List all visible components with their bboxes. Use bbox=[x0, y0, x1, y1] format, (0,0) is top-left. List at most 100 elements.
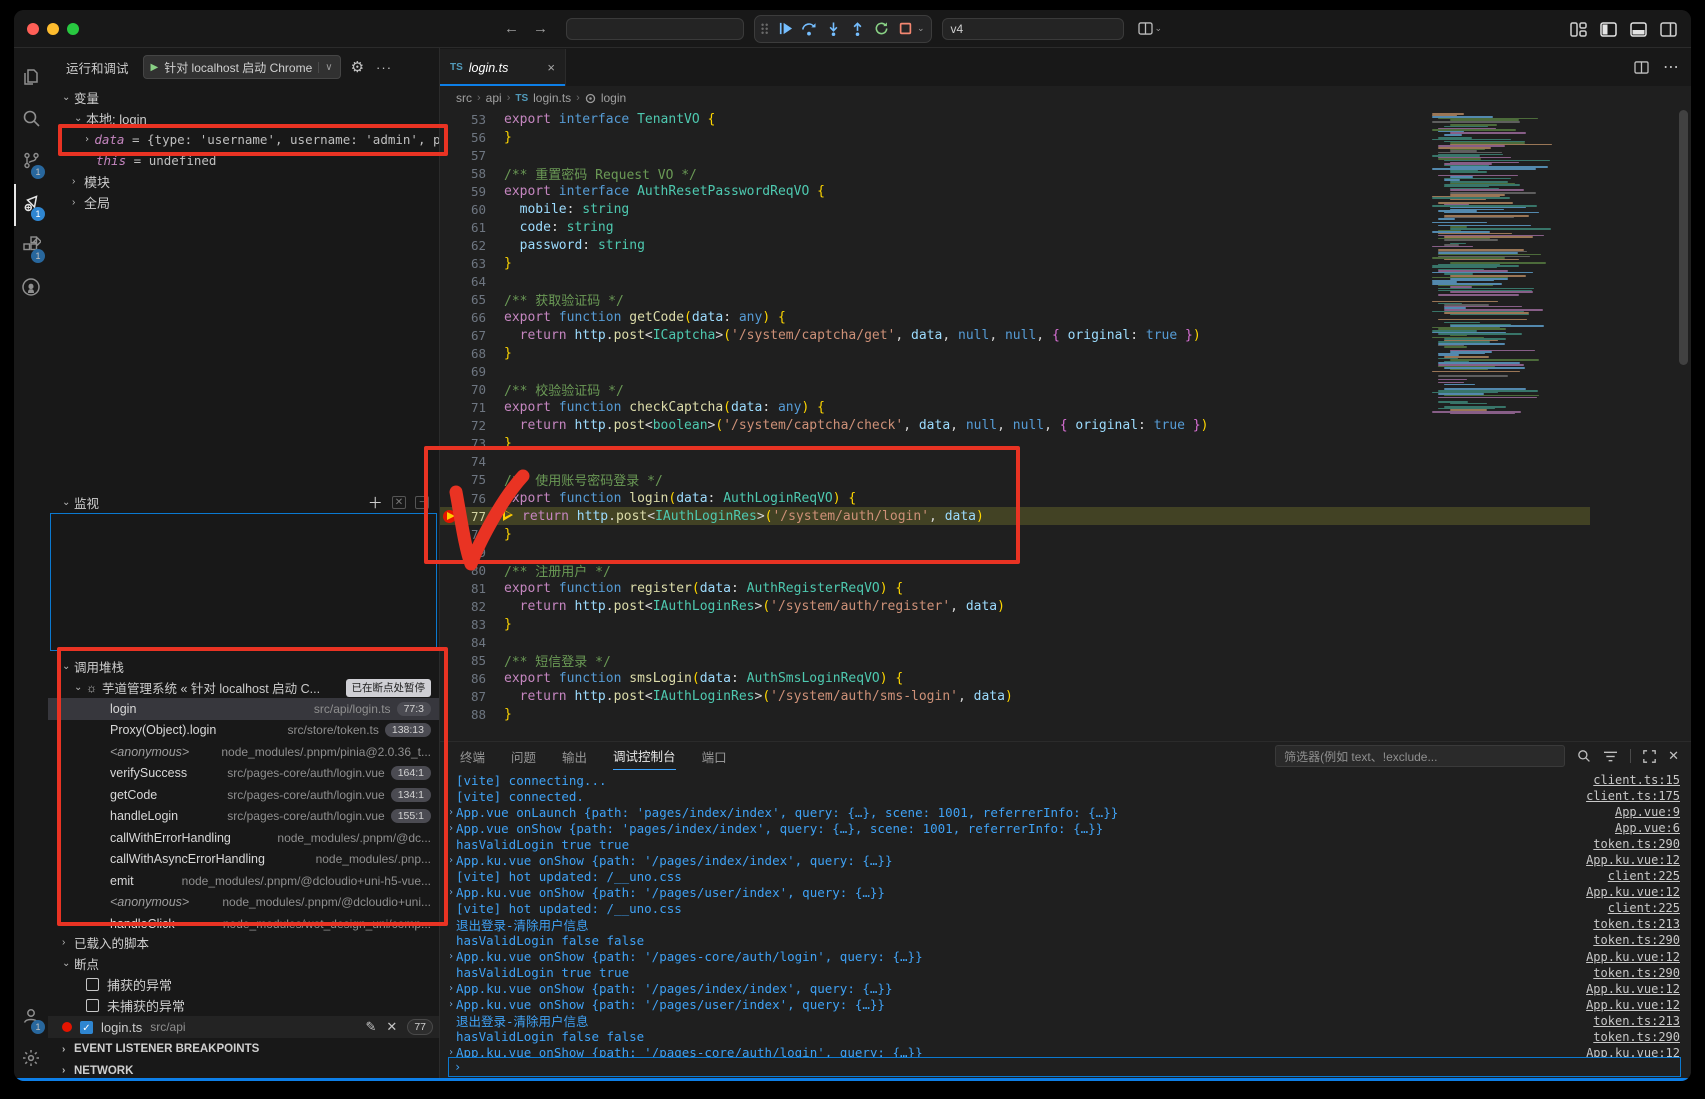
breakpoint-gutter[interactable] bbox=[440, 489, 460, 507]
console-source-link[interactable]: token.ts:290 bbox=[1579, 837, 1691, 851]
close-tab-icon[interactable]: × bbox=[547, 60, 555, 75]
line-number[interactable]: 79 bbox=[460, 545, 486, 560]
watch-section-header[interactable]: ⌄ 监视 ＋ ✕ − bbox=[48, 492, 439, 513]
breadcrumb-item[interactable]: api bbox=[486, 91, 502, 105]
call-stack-frame[interactable]: getCodesrc/pages-core/auth/login.vue134:… bbox=[48, 784, 439, 806]
line-number[interactable]: 75 bbox=[460, 472, 486, 487]
activity-item-search[interactable] bbox=[14, 100, 48, 142]
remove-breakpoint-icon[interactable]: ✕ bbox=[386, 1019, 397, 1035]
line-number[interactable]: 78 bbox=[460, 527, 486, 542]
minimap[interactable] bbox=[1432, 113, 1676, 433]
line-number[interactable]: 87 bbox=[460, 689, 486, 704]
collapse-all-icon[interactable]: − bbox=[415, 496, 429, 509]
toolbar-grip-icon[interactable]: •••••• bbox=[761, 23, 769, 35]
activity-item-explorer[interactable] bbox=[14, 58, 48, 100]
scope-local-login[interactable]: ⌄ 本地: login bbox=[48, 108, 439, 129]
call-stack-frame[interactable]: handleClicknode_modules/wot_design_uni/c… bbox=[48, 913, 439, 932]
breakpoint-gutter[interactable] bbox=[440, 399, 460, 417]
console-source-link[interactable]: App.ku.vue:12 bbox=[1572, 853, 1691, 867]
expand-chevron-icon[interactable]: › bbox=[440, 807, 456, 818]
expand-chevron-icon[interactable]: › bbox=[440, 887, 456, 898]
console-filter-input[interactable]: 筛选器(例如 text、!exclude... bbox=[1275, 745, 1565, 767]
console-source-link[interactable]: App.vue:6 bbox=[1601, 821, 1691, 835]
activity-item-source-control[interactable]: 1 bbox=[14, 142, 48, 184]
close-window-button[interactable] bbox=[27, 23, 39, 35]
console-source-link[interactable]: token.ts:290 bbox=[1579, 966, 1691, 980]
editor-layout-dropdown[interactable]: ⌄ bbox=[1138, 22, 1163, 35]
command-center-search[interactable] bbox=[566, 18, 744, 40]
activity-item-github[interactable] bbox=[14, 268, 48, 310]
breakpoint-gutter[interactable] bbox=[440, 327, 460, 345]
close-panel-icon[interactable]: ✕ bbox=[1668, 748, 1679, 764]
breakpoint-uncaught-exceptions[interactable]: 未捕获的异常 bbox=[48, 995, 439, 1016]
line-number[interactable]: 61 bbox=[460, 220, 486, 235]
minimize-window-button[interactable] bbox=[47, 23, 59, 35]
line-number[interactable]: 88 bbox=[460, 707, 486, 722]
breakpoint-gutter[interactable] bbox=[440, 110, 460, 128]
maximize-panel-icon[interactable] bbox=[1643, 750, 1656, 763]
launch-config-dropdown[interactable]: ▶ 针对 localhost 启动 Chrome ∨ bbox=[143, 55, 341, 79]
console-source-link[interactable]: token.ts:290 bbox=[1579, 933, 1691, 947]
workspace-box[interactable]: v4 bbox=[942, 18, 1124, 40]
breakpoint-gutter[interactable] bbox=[440, 309, 460, 327]
console-source-link[interactable]: token.ts:290 bbox=[1579, 1030, 1691, 1044]
breakpoint-gutter[interactable] bbox=[440, 363, 460, 381]
expand-chevron-icon[interactable]: › bbox=[440, 951, 456, 962]
breakpoint-gutter[interactable] bbox=[440, 669, 460, 687]
console-source-link[interactable]: App.ku.vue:12 bbox=[1572, 885, 1691, 899]
remove-all-expressions-icon[interactable]: ✕ bbox=[392, 496, 406, 509]
call-stack-frame[interactable]: <anonymous>node_modules/.pnpm/pinia@2.0.… bbox=[48, 741, 439, 763]
breakpoint-gutter[interactable] bbox=[440, 615, 460, 633]
step-over-button[interactable] bbox=[801, 21, 817, 37]
line-number[interactable]: 66 bbox=[460, 310, 486, 325]
line-number[interactable]: 67 bbox=[460, 328, 486, 343]
tab-login-ts[interactable]: TS login.ts × bbox=[440, 49, 566, 86]
breakpoint-gutter[interactable] bbox=[440, 579, 460, 597]
breakpoint-gutter[interactable] bbox=[440, 236, 460, 254]
line-number[interactable]: 69 bbox=[460, 364, 486, 379]
expand-chevron-icon[interactable]: › bbox=[440, 999, 456, 1010]
breakpoint-gutter[interactable] bbox=[440, 146, 460, 164]
variable-row-data[interactable]: › data = {type: 'username', username: 'a… bbox=[48, 129, 439, 150]
console-source-link[interactable]: client.ts:15 bbox=[1579, 773, 1691, 787]
breakpoint-gutter[interactable] bbox=[440, 706, 460, 724]
call-stack-frame[interactable]: callWithErrorHandlingnode_modules/.pnpm/… bbox=[48, 827, 439, 849]
console-source-link[interactable]: token.ts:213 bbox=[1579, 917, 1691, 931]
line-number[interactable]: 82 bbox=[460, 599, 486, 614]
restart-button[interactable] bbox=[873, 21, 889, 37]
panel-tab-终端[interactable]: 终端 bbox=[460, 742, 485, 770]
checkbox-unchecked[interactable] bbox=[86, 999, 99, 1012]
line-number[interactable]: 85 bbox=[460, 653, 486, 668]
debug-console-input[interactable]: › bbox=[448, 1057, 1681, 1077]
add-expression-icon[interactable]: ＋ bbox=[368, 492, 383, 513]
line-number[interactable]: 65 bbox=[460, 292, 486, 307]
breakpoint-gutter[interactable] bbox=[440, 597, 460, 615]
activity-item-extensions[interactable]: 1 bbox=[14, 226, 48, 268]
step-into-button[interactable] bbox=[825, 21, 841, 37]
more-actions-icon[interactable]: ··· bbox=[376, 60, 392, 75]
breakpoint-gutter[interactable] bbox=[440, 688, 460, 706]
loaded-scripts-section-header[interactable]: › 已载入的脚本 bbox=[48, 932, 439, 953]
line-number[interactable]: 80 bbox=[460, 563, 486, 578]
zoom-window-button[interactable] bbox=[67, 23, 79, 35]
line-number[interactable]: 74 bbox=[460, 454, 486, 469]
line-number[interactable]: 71 bbox=[460, 400, 486, 415]
toggle-panel-icon[interactable] bbox=[1630, 22, 1647, 37]
breakpoint-gutter[interactable] bbox=[440, 381, 460, 399]
debug-session-row[interactable]: ⌄ ☼ 芋道管理系统 « 针对 localhost 启动 C... 已在断点处暂… bbox=[48, 677, 439, 698]
checkbox-checked[interactable]: ✓ bbox=[80, 1021, 93, 1034]
console-source-link[interactable]: App.vue:9 bbox=[1601, 805, 1691, 819]
line-number[interactable]: 56 bbox=[460, 130, 486, 145]
call-stack-frame[interactable]: callWithAsyncErrorHandlingnode_modules/.… bbox=[48, 849, 439, 871]
line-number[interactable]: 59 bbox=[460, 184, 486, 199]
line-number[interactable]: 77 bbox=[460, 509, 486, 524]
breakpoint-gutter[interactable] bbox=[440, 254, 460, 272]
line-number[interactable]: 53 bbox=[460, 112, 486, 127]
console-source-link[interactable]: client.ts:175 bbox=[1572, 789, 1691, 803]
breakpoint-gutter[interactable] bbox=[440, 272, 460, 290]
watch-empty-area[interactable] bbox=[50, 513, 437, 651]
line-number[interactable]: 86 bbox=[460, 671, 486, 686]
call-stack-frame[interactable]: handleLoginsrc/pages-core/auth/login.vue… bbox=[48, 806, 439, 828]
breakpoint-gutter[interactable] bbox=[440, 507, 460, 525]
console-source-link[interactable]: App.ku.vue:12 bbox=[1572, 1046, 1691, 1057]
